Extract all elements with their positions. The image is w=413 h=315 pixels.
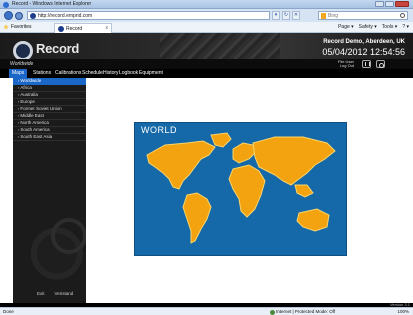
exit-button[interactable]: Exit	[35, 291, 47, 296]
favorites-star-icon[interactable]	[3, 24, 9, 30]
region-sidebar: ›Worldwide ›Africa ›Australia ›Europe ›F…	[13, 78, 87, 303]
internet-zone-icon	[270, 309, 275, 315]
browser-statusbar: Done Internet | Protected Mode: Off 100%	[0, 307, 413, 315]
record-logo-icon	[13, 41, 33, 61]
zoom-level[interactable]: 100%	[397, 309, 409, 314]
browser-window: Record - Windows Internet Explorer http:…	[0, 0, 413, 315]
window-titlebar: Record - Windows Internet Explorer	[0, 0, 413, 9]
close-window-button[interactable]	[395, 1, 409, 7]
maximize-button[interactable]	[385, 1, 394, 7]
tools-menu[interactable]: Tools ▾	[382, 24, 398, 30]
favorites-bar: Favorites Record x Page ▾ Safety ▾ Tools…	[0, 22, 413, 33]
map-panel: WORLD	[86, 78, 399, 303]
map-region-australia[interactable]	[296, 208, 330, 232]
map-region-africa[interactable]	[228, 164, 266, 218]
tab-favicon-icon	[58, 26, 64, 32]
sidebar-item-africa[interactable]: ›Africa	[13, 85, 86, 92]
map-title: WORLD	[141, 125, 177, 135]
sidebar-item-label: Middle East	[20, 113, 44, 118]
site-favicon-icon	[30, 13, 36, 19]
browser-tab[interactable]: Record x	[54, 23, 112, 33]
home-icon[interactable]	[362, 60, 371, 68]
sidebar-item-label: Worldwide	[20, 78, 42, 83]
sidebar-item-middle-east[interactable]: ›Middle East	[13, 113, 86, 120]
tab-close-icon[interactable]: x	[106, 25, 109, 31]
forward-button[interactable]	[15, 11, 23, 20]
tab-history[interactable]: History	[103, 69, 119, 78]
stop-icon[interactable]: ✕	[292, 11, 300, 20]
account-name: Record Demo, Aberdeen, UK	[323, 39, 405, 45]
sidebar-item-worldwide[interactable]: ›Worldwide	[13, 78, 86, 85]
tab-maps[interactable]: Maps	[9, 69, 28, 78]
sidebar-item-label: Former Soviet Union	[20, 106, 62, 111]
logout-link[interactable]: Log Out	[338, 64, 354, 68]
map-region-europe[interactable]	[232, 142, 256, 164]
sidebar-item-label: South East Asia	[20, 134, 53, 139]
url-field[interactable]: http://record.emprid.com	[27, 11, 270, 20]
url-text: http://record.emprid.com	[38, 13, 93, 19]
status-text: Done	[3, 309, 14, 314]
map-region-north-america[interactable]	[146, 140, 216, 190]
refresh-icon[interactable]: ↻	[282, 11, 290, 20]
sidebar-buttons: Exit Veristand	[35, 291, 75, 296]
tab-calibrations[interactable]: Calibrations	[55, 69, 81, 78]
sidebar-item-label: Africa	[20, 85, 32, 90]
map-region-south-america[interactable]	[182, 192, 212, 244]
back-button[interactable]	[4, 11, 13, 20]
sidebar-item-south-east-asia[interactable]: ›South East Asia	[13, 134, 86, 141]
sub-header: Worldwide File User Log Out	[0, 59, 413, 69]
sidebar-item-australia[interactable]: ›Australia	[13, 92, 86, 99]
sidebar-item-south-america[interactable]: ›South America	[13, 127, 86, 134]
compatibility-icon[interactable]: ▾	[272, 11, 280, 20]
security-zone: Internet | Protected Mode: Off	[276, 309, 336, 314]
favorites-button[interactable]: Favorites	[11, 24, 32, 30]
tab-schedule[interactable]: Schedule	[82, 69, 103, 78]
gear-icon[interactable]	[376, 60, 385, 68]
sidebar-item-label: South America	[20, 127, 50, 132]
search-placeholder: Bing	[328, 13, 339, 19]
help-menu[interactable]: ? ▾	[402, 24, 409, 30]
decorative-ring	[51, 218, 87, 254]
ie-icon	[3, 2, 9, 8]
sidebar-item-label: North America	[20, 120, 49, 125]
map-region-south-east-asia[interactable]	[294, 184, 314, 198]
sidebar-item-label: Europe	[20, 99, 35, 104]
map-region-greenland[interactable]	[210, 132, 232, 148]
tab-equipment[interactable]: Equipment	[139, 69, 163, 78]
current-region: Worldwide	[10, 61, 34, 67]
minimize-button[interactable]	[375, 1, 384, 7]
sidebar-item-former-soviet-union[interactable]: ›Former Soviet Union	[13, 106, 86, 113]
tab-label: Record	[66, 25, 83, 32]
command-bar: Page ▾ Safety ▾ Tools ▾ ? ▾	[338, 24, 409, 30]
address-actions: ▾ ↻ ✕	[272, 11, 300, 20]
tab-stations[interactable]: Stations	[33, 69, 51, 78]
address-bar: http://record.emprid.com ▾ ↻ ✕ Bing	[0, 9, 413, 22]
search-icon[interactable]	[400, 13, 405, 18]
sidebar-item-north-america[interactable]: ›North America	[13, 120, 86, 127]
window-title: Record - Windows Internet Explorer	[12, 1, 92, 7]
veristand-button[interactable]: Veristand	[53, 291, 76, 296]
safety-menu[interactable]: Safety ▾	[359, 24, 377, 30]
search-input[interactable]: Bing	[318, 11, 408, 20]
sidebar-item-europe[interactable]: ›Europe	[13, 99, 86, 106]
world-map[interactable]: WORLD	[134, 122, 347, 256]
bing-icon	[321, 13, 326, 19]
current-datetime: 05/04/2012 12:54:56	[322, 47, 405, 57]
user-info: File User Log Out	[338, 60, 354, 68]
world-map-graphic	[146, 132, 336, 244]
map-region-asia[interactable]	[252, 136, 336, 186]
main-nav: Maps Stations Calibrations Schedule Hist…	[0, 69, 413, 78]
window-controls	[375, 1, 409, 7]
logo-text: Record	[36, 41, 79, 56]
sidebar-item-label: Australia	[20, 92, 38, 97]
page-menu[interactable]: Page ▾	[338, 24, 354, 30]
tab-logbook[interactable]: Logbook	[119, 69, 138, 78]
